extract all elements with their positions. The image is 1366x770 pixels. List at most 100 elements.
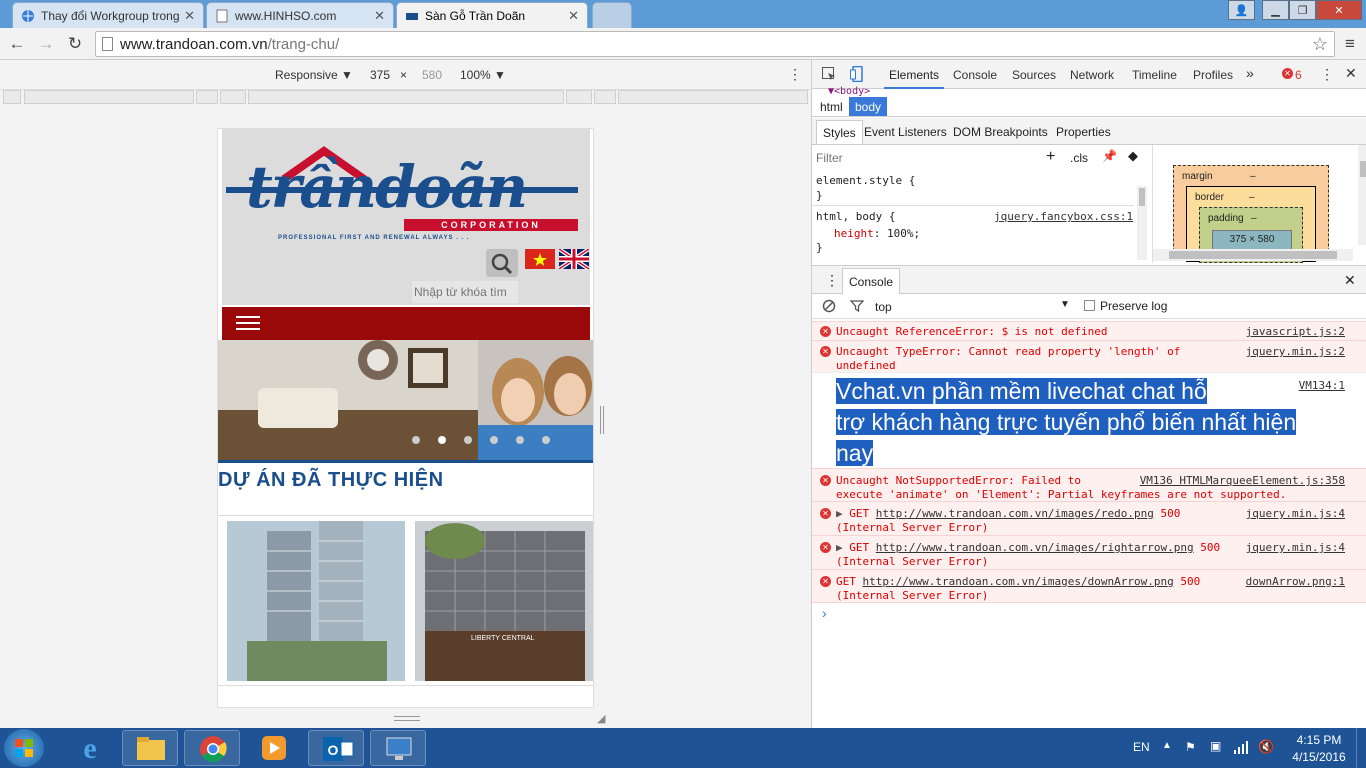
cls-toggle[interactable]: .cls xyxy=(1070,151,1088,165)
start-button[interactable] xyxy=(4,729,44,767)
close-icon[interactable]: ✕ xyxy=(568,8,579,24)
dom-breadcrumb-node[interactable]: ▼<body> xyxy=(828,86,870,97)
tab-elements[interactable]: Elements xyxy=(889,68,939,82)
console-message[interactable]: ✕ ▶ GET http://www.trandoan.com.vn/image… xyxy=(812,535,1366,569)
clock-date[interactable]: 4/15/2016 xyxy=(1284,750,1354,764)
project-card[interactable] xyxy=(227,521,405,681)
request-url-link[interactable]: http://www.trandoan.com.vn/images/redo.p… xyxy=(876,507,1154,520)
close-icon[interactable]: ✕ xyxy=(374,8,385,24)
console-message[interactable]: ✕ Uncaught ReferenceError: $ is not defi… xyxy=(812,321,1366,340)
styles-filter-input[interactable] xyxy=(814,148,1024,168)
add-style-rule-button[interactable]: + xyxy=(1046,148,1055,166)
more-tabs-button[interactable]: » xyxy=(1246,65,1254,81)
console-message[interactable]: ✕ Uncaught TypeError: Cannot read proper… xyxy=(812,340,1366,372)
action-center-flag-icon[interactable]: ⚑ xyxy=(1185,740,1196,754)
message-source-link[interactable]: downArrow.png:1 xyxy=(1246,575,1345,588)
hamburger-menu-icon[interactable] xyxy=(236,316,260,332)
user-icon[interactable]: 👤 xyxy=(1228,0,1255,20)
tab-console[interactable]: Console xyxy=(953,68,997,82)
pin-icon[interactable]: 📌 xyxy=(1102,149,1117,163)
tab-event-listeners[interactable]: Event Listeners xyxy=(864,125,947,139)
message-source-link[interactable]: jquery.min.js:4 xyxy=(1246,507,1345,520)
width-input[interactable]: 375 xyxy=(370,68,390,82)
forward-button[interactable]: → xyxy=(36,34,56,54)
flag-uk-icon[interactable] xyxy=(557,247,591,271)
message-source-link[interactable]: VM136 HTMLMarqueeElement.js:358 xyxy=(1140,474,1345,487)
box-content[interactable]: 375 × 580 xyxy=(1212,230,1292,250)
clear-console-icon[interactable] xyxy=(822,299,836,316)
request-url-link[interactable]: http://www.trandoan.com.vn/images/downAr… xyxy=(863,575,1174,588)
media-query-segment[interactable] xyxy=(196,90,218,104)
styles-scrollbar[interactable] xyxy=(1137,186,1147,260)
tab-styles[interactable]: Styles xyxy=(816,120,863,144)
request-url-link[interactable]: http://www.trandoan.com.vn/images/righta… xyxy=(876,541,1194,554)
file-explorer-icon[interactable] xyxy=(122,730,178,766)
box-model-vscroll[interactable] xyxy=(1358,145,1366,245)
inspect-element-icon[interactable] xyxy=(822,67,836,84)
clock-time[interactable]: 4:15 PM xyxy=(1284,733,1354,747)
context-select[interactable]: top xyxy=(875,300,892,314)
rule-declaration[interactable]: height: 100%; xyxy=(834,227,920,240)
hero-slider[interactable] xyxy=(218,340,593,460)
maximize-button[interactable]: ❐ xyxy=(1289,0,1316,20)
remote-desktop-icon[interactable] xyxy=(370,730,426,766)
media-query-segment[interactable] xyxy=(3,90,21,104)
chrome-icon[interactable] xyxy=(184,730,240,766)
chevron-down-icon[interactable]: ▼ xyxy=(1060,299,1070,310)
box-model-hscroll[interactable] xyxy=(1153,249,1353,261)
rule-selector[interactable]: html, body { xyxy=(816,210,895,223)
height-input[interactable]: 580 xyxy=(422,68,442,82)
expand-triangle-icon[interactable]: ▶ xyxy=(836,541,843,554)
message-source-link[interactable]: VM134:1 xyxy=(1299,379,1345,392)
rule-source-link[interactable]: jquery.fancybox.css:1 xyxy=(994,210,1133,223)
search-button[interactable] xyxy=(486,249,518,277)
address-bar[interactable]: www.trandoan.com.vn/trang-chu/ ☆ xyxy=(95,31,1335,57)
close-window-button[interactable]: ✕ xyxy=(1316,0,1362,20)
internet-explorer-icon[interactable]: e xyxy=(62,730,118,766)
back-button[interactable]: ← xyxy=(7,34,27,54)
console-log-message[interactable]: Vchat.vn phần mềm livechat chat hỗ trợ k… xyxy=(812,372,1366,468)
drawer-tab-console[interactable]: Console xyxy=(842,268,901,294)
media-query-segment[interactable] xyxy=(24,90,194,104)
close-icon[interactable]: ✕ xyxy=(184,8,195,24)
console-message[interactable]: ✕ GET http://www.trandoan.com.vn/images/… xyxy=(812,569,1366,603)
color-palette-icon[interactable]: ◆ xyxy=(1128,148,1138,164)
search-input[interactable] xyxy=(412,281,518,303)
console-message[interactable]: ✕ ▶ GET http://www.trandoan.com.vn/image… xyxy=(812,501,1366,535)
device-icon[interactable]: ▣ xyxy=(1210,739,1221,753)
devtools-menu-icon[interactable]: ⋮ xyxy=(1320,66,1334,83)
media-query-segment[interactable] xyxy=(566,90,592,104)
tab-workgroup[interactable]: Thay đổi Workgroup trong ✕ xyxy=(12,2,204,28)
message-source-link[interactable]: javascript.js:2 xyxy=(1246,325,1345,338)
box-margin[interactable]: margin – border – padding – 375 × 580 xyxy=(1173,165,1329,263)
new-tab-button[interactable] xyxy=(592,2,632,28)
close-devtools-icon[interactable]: ✕ xyxy=(1345,65,1357,82)
menu-icon[interactable]: ≡ xyxy=(1340,34,1360,54)
minimize-button[interactable]: ▁ xyxy=(1262,0,1289,20)
reload-button[interactable]: ↻ xyxy=(65,34,85,54)
message-source-link[interactable]: jquery.min.js:2 xyxy=(1246,345,1345,358)
media-query-segment[interactable] xyxy=(594,90,616,104)
tab-network[interactable]: Network xyxy=(1070,68,1114,82)
media-query-segment[interactable] xyxy=(248,90,564,104)
resize-handle-right[interactable] xyxy=(600,406,604,434)
more-options-icon[interactable]: ⋮ xyxy=(788,66,802,83)
error-count[interactable]: 6 xyxy=(1295,68,1302,82)
volume-muted-icon[interactable]: 🔇 xyxy=(1258,739,1274,755)
tab-properties[interactable]: Properties xyxy=(1056,125,1111,139)
media-query-segment[interactable] xyxy=(618,90,808,104)
filter-icon[interactable] xyxy=(849,299,865,316)
device-mode-icon[interactable] xyxy=(850,65,864,85)
resize-corner-icon[interactable]: ◢ xyxy=(597,712,605,725)
error-icon[interactable]: ✕ xyxy=(1282,68,1293,79)
crumb-body[interactable]: body xyxy=(849,97,888,116)
flag-vietnam-icon[interactable] xyxy=(525,249,555,269)
crumb-html[interactable]: html xyxy=(820,100,843,114)
media-query-segment[interactable] xyxy=(220,90,246,104)
tab-hinhso[interactable]: www.HINHSO.com ✕ xyxy=(206,2,394,28)
network-signal-icon[interactable] xyxy=(1234,740,1248,757)
show-desktop-button[interactable] xyxy=(1356,728,1366,768)
media-player-icon[interactable] xyxy=(246,730,302,766)
tab-timeline[interactable]: Timeline xyxy=(1132,68,1177,82)
tab-sources[interactable]: Sources xyxy=(1012,68,1056,82)
